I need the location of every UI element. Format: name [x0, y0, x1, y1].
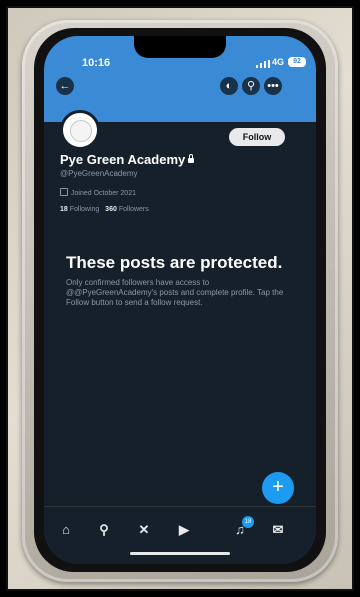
search-icon: ⚲ — [246, 80, 256, 92]
profile-name-text: Pye Green Academy — [60, 152, 186, 167]
following-label: Following — [69, 206, 100, 213]
home-indicator — [130, 552, 230, 555]
joined-text: Joined October 2021 — [71, 190, 136, 197]
avatar[interactable] — [60, 110, 100, 150]
protected-title: These posts are protected. — [66, 253, 283, 272]
notch — [134, 36, 226, 58]
home-icon[interactable]: ⌂ — [58, 522, 74, 538]
lock-icon — [188, 154, 195, 163]
battery-icon: 92 — [288, 57, 306, 67]
compose-button[interactable]: + — [262, 472, 294, 504]
profile-handle: @PyeGreenAcademy — [60, 169, 138, 178]
play-icon[interactable]: ▶ — [176, 522, 192, 538]
more-icon: ••• — [267, 80, 279, 92]
phone-screen: 10:16 4G 92 ← ◐ ⚲ ••• Follow Pye Green A… — [44, 36, 316, 564]
plus-icon: + — [272, 476, 284, 498]
follow-stats: 18 Following 360 Followers — [60, 206, 149, 213]
following-link[interactable]: 18 Following — [60, 206, 99, 213]
followers-count: 360 — [105, 206, 117, 213]
bottom-nav: ⌂ ⚲ ✕ ▶ ♫ 18 ✉ — [44, 506, 316, 564]
joined-date: Joined October 2021 — [60, 188, 136, 197]
followers-link[interactable]: 360 Followers — [105, 206, 149, 213]
grok-nav-icon[interactable]: ✕ — [136, 522, 152, 538]
grok-button[interactable]: ◐ — [220, 77, 238, 95]
network-label: 4G — [272, 57, 285, 67]
search-button[interactable]: ⚲ — [242, 77, 260, 95]
signal-icon — [256, 60, 270, 68]
more-button[interactable]: ••• — [264, 77, 282, 95]
follow-button[interactable]: Follow — [229, 128, 285, 146]
profile-name: Pye Green Academy — [60, 152, 195, 167]
protected-description: Only confirmed followers have access to … — [66, 278, 284, 307]
avatar-logo — [70, 120, 92, 142]
search-nav-icon[interactable]: ⚲ — [96, 522, 112, 538]
followers-label: Followers — [118, 206, 149, 213]
following-count: 18 — [60, 206, 68, 213]
calendar-icon — [60, 188, 68, 196]
grok-icon: ◐ — [225, 80, 233, 92]
notification-badge: 18 — [242, 516, 254, 528]
status-time: 10:16 — [82, 57, 111, 69]
back-arrow-icon: ← — [59, 80, 71, 92]
back-button[interactable]: ← — [56, 77, 74, 95]
mail-icon[interactable]: ✉ — [270, 522, 286, 538]
